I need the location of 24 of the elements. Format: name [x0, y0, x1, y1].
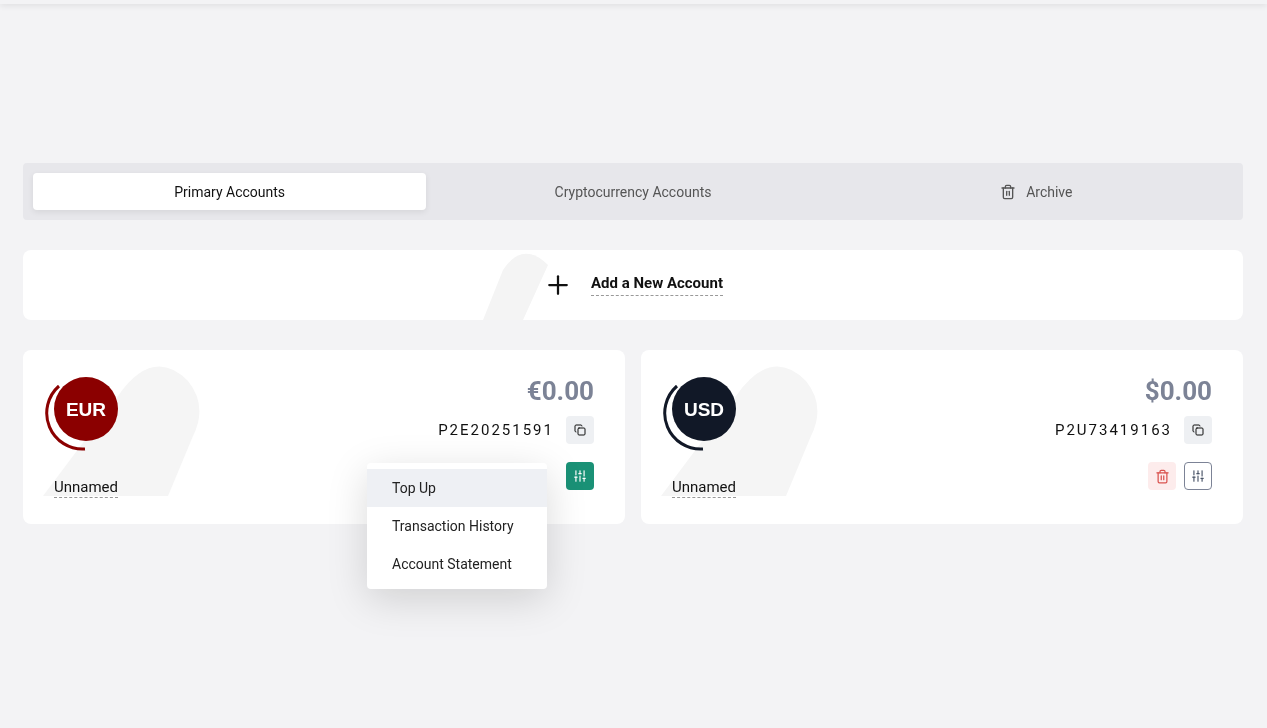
menu-item[interactable]: Account Statement: [367, 545, 547, 583]
copy-icon: [1192, 424, 1204, 436]
sliders-icon: [1191, 469, 1205, 483]
menu-item[interactable]: Transaction History: [367, 507, 547, 545]
tab[interactable]: Archive: [839, 173, 1233, 210]
account-name[interactable]: Unnamed: [54, 478, 119, 498]
trash-icon: [1154, 468, 1170, 484]
balance: $0.00: [1144, 376, 1212, 406]
add-account-link[interactable]: Add a New Account: [591, 274, 723, 296]
copy-button[interactable]: [1184, 416, 1212, 444]
menu-item[interactable]: Top Up: [367, 469, 547, 507]
settings-button[interactable]: [1184, 462, 1212, 490]
account-number: P2U73419163: [1054, 421, 1172, 439]
delete-button[interactable]: [1148, 462, 1176, 490]
balance: €0.00: [526, 376, 594, 406]
tab[interactable]: Primary Accounts: [33, 173, 427, 210]
account-number: P2E20251591: [438, 421, 554, 439]
sliders-icon: [573, 469, 587, 483]
copy-button[interactable]: [566, 416, 594, 444]
settings-button[interactable]: [566, 462, 594, 490]
trash-icon: [1000, 183, 1017, 200]
tab[interactable]: Cryptocurrency Accounts: [436, 173, 830, 210]
copy-icon: [574, 424, 586, 436]
account-name[interactable]: Unnamed: [672, 478, 737, 498]
